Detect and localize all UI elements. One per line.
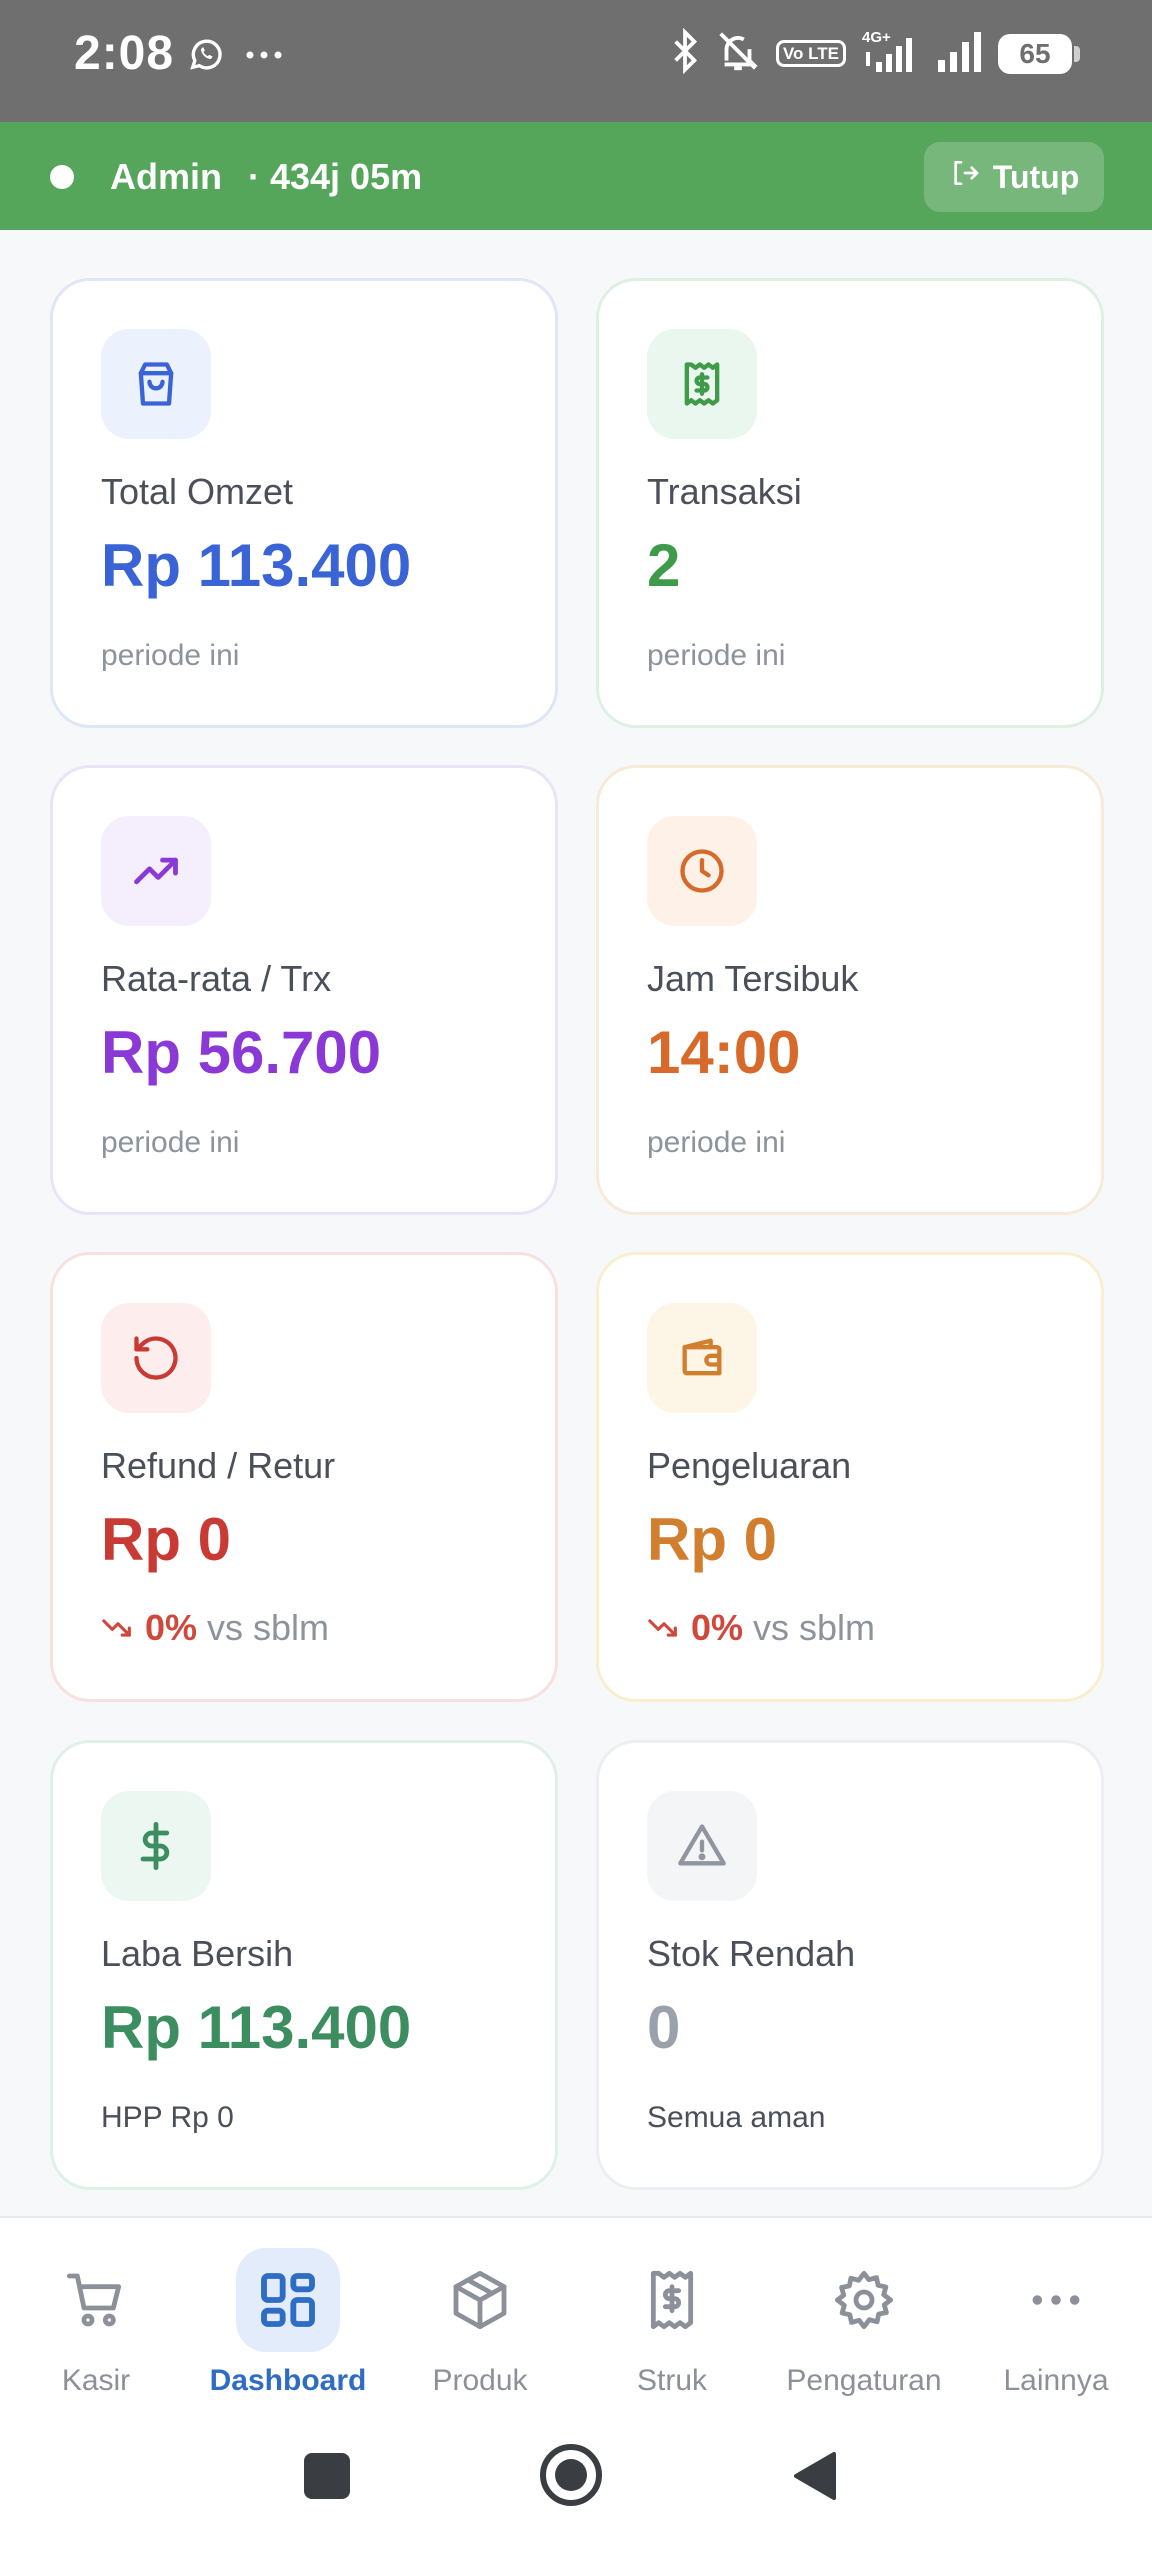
nav-struk[interactable]: Struk	[576, 2248, 768, 2398]
card-value: 14:00	[647, 1019, 801, 1086]
card-value: Rp 0	[101, 1506, 232, 1573]
nav-kasir[interactable]: Kasir	[0, 2248, 192, 2398]
shopping-bag-icon	[101, 329, 211, 439]
card-value: Rp 0	[647, 1506, 778, 1573]
dollar-icon	[101, 1791, 211, 1901]
logout-icon	[949, 157, 981, 197]
system-nav-bar	[0, 2416, 1152, 2560]
nav-label: Struk	[636, 2364, 708, 2397]
more-notifications-icon	[244, 48, 284, 66]
close-session-label: Tutup	[992, 158, 1080, 195]
signal-4g-icon: 4G+	[860, 28, 922, 79]
card-sub: periode ini	[101, 639, 240, 672]
card-rata-rata[interactable]: Rata-rata / Trx Rp 56.700 periode ini	[50, 765, 558, 1215]
card-sub: periode ini	[101, 1126, 240, 1159]
card-jam-tersibuk[interactable]: Jam Tersibuk 14:00 periode ini	[596, 765, 1104, 1215]
battery-icon: 65	[998, 33, 1080, 74]
nav-label: Produk	[432, 2364, 528, 2397]
card-label: Rata-rata / Trx	[101, 958, 332, 999]
gear-icon	[812, 2248, 916, 2352]
svg-text:4G+: 4G+	[862, 29, 891, 46]
status-bar: 2:08 Vo LTE 4G+ 65	[0, 0, 1152, 122]
card-sub: Semua aman	[647, 2101, 826, 2134]
volte-icon: Vo LTE	[775, 40, 846, 67]
session-bar: Admin · 434j 05m Tutup	[0, 122, 1152, 230]
status-left-icons	[186, 34, 284, 79]
bluetooth-icon	[670, 27, 700, 79]
nav-produk[interactable]: Produk	[384, 2248, 576, 2398]
card-sub: HPP Rp 0	[101, 2101, 234, 2134]
box-icon	[428, 2248, 532, 2352]
card-value: 0	[647, 1994, 681, 2061]
whatsapp-icon	[186, 34, 226, 79]
card-total-omzet[interactable]: Total Omzet Rp 113.400 periode ini	[50, 278, 558, 728]
wallet-icon	[647, 1303, 757, 1413]
nav-label: Dashboard	[209, 2364, 367, 2397]
card-laba-bersih[interactable]: Laba Bersih Rp 113.400 HPP Rp 0	[50, 1740, 558, 2190]
refund-icon	[101, 1303, 211, 1413]
home-button[interactable]	[540, 2444, 602, 2506]
card-value: 2	[647, 532, 681, 599]
session-duration: · 434j 05m	[248, 156, 423, 197]
card-pengeluaran[interactable]: Pengeluaran Rp 0 0% vs sblm	[596, 1252, 1104, 1702]
back-button[interactable]	[790, 2450, 838, 2507]
card-trend: 0% vs sblm	[647, 1607, 875, 1649]
mute-icon	[714, 28, 762, 79]
card-value: Rp 113.400	[101, 1994, 412, 2061]
card-transaksi[interactable]: Transaksi 2 periode ini	[596, 278, 1104, 728]
card-value: Rp 56.700	[101, 1019, 382, 1086]
trending-down-icon	[101, 1607, 135, 1649]
status-time: 2:08	[74, 27, 175, 80]
nav-pengaturan[interactable]: Pengaturan	[768, 2248, 960, 2398]
receipt-icon	[620, 2248, 724, 2352]
card-refund[interactable]: Refund / Retur Rp 0 0% vs sblm	[50, 1252, 558, 1702]
bottom-nav: Kasir Dashboard Produk Struk Pengaturan …	[0, 2216, 1152, 2416]
online-indicator	[50, 165, 74, 189]
nav-dashboard[interactable]: Dashboard	[192, 2248, 384, 2398]
card-sub: periode ini	[647, 1126, 786, 1159]
nav-label: Kasir	[61, 2364, 131, 2397]
card-label: Pengeluaran	[647, 1445, 852, 1486]
card-label: Refund / Retur	[101, 1445, 336, 1486]
more-icon	[1004, 2248, 1108, 2352]
nav-label: Lainnya	[1003, 2364, 1109, 2397]
nav-label: Pengaturan	[786, 2364, 942, 2397]
clock-icon	[647, 816, 757, 926]
warning-icon	[647, 1791, 757, 1901]
close-session-button[interactable]: Tutup	[924, 142, 1104, 212]
session-user: Admin	[110, 156, 222, 197]
card-sub: periode ini	[647, 639, 786, 672]
card-label: Laba Bersih	[101, 1933, 294, 1974]
trend-percent: 0%	[145, 1607, 198, 1648]
dashboard-icon	[236, 2248, 340, 2352]
recents-button[interactable]	[304, 2453, 350, 2499]
cart-icon	[44, 2248, 148, 2352]
trending-up-icon	[101, 816, 211, 926]
card-label: Total Omzet	[101, 471, 294, 512]
signal-icon	[936, 28, 984, 79]
card-stok-rendah[interactable]: Stok Rendah 0 Semua aman	[596, 1740, 1104, 2190]
status-right-icons: Vo LTE 4G+ 65	[670, 27, 1080, 79]
card-label: Jam Tersibuk	[647, 958, 859, 999]
trending-down-icon	[647, 1607, 681, 1649]
trend-text: vs sblm	[207, 1607, 330, 1648]
card-trend: 0% vs sblm	[101, 1607, 329, 1649]
card-label: Transaksi	[647, 471, 802, 512]
card-label: Stok Rendah	[647, 1933, 856, 1974]
card-value: Rp 113.400	[101, 532, 412, 599]
nav-lainnya[interactable]: Lainnya	[960, 2248, 1152, 2398]
receipt-dollar-icon	[647, 329, 757, 439]
trend-percent: 0%	[691, 1607, 744, 1648]
trend-text: vs sblm	[753, 1607, 876, 1648]
